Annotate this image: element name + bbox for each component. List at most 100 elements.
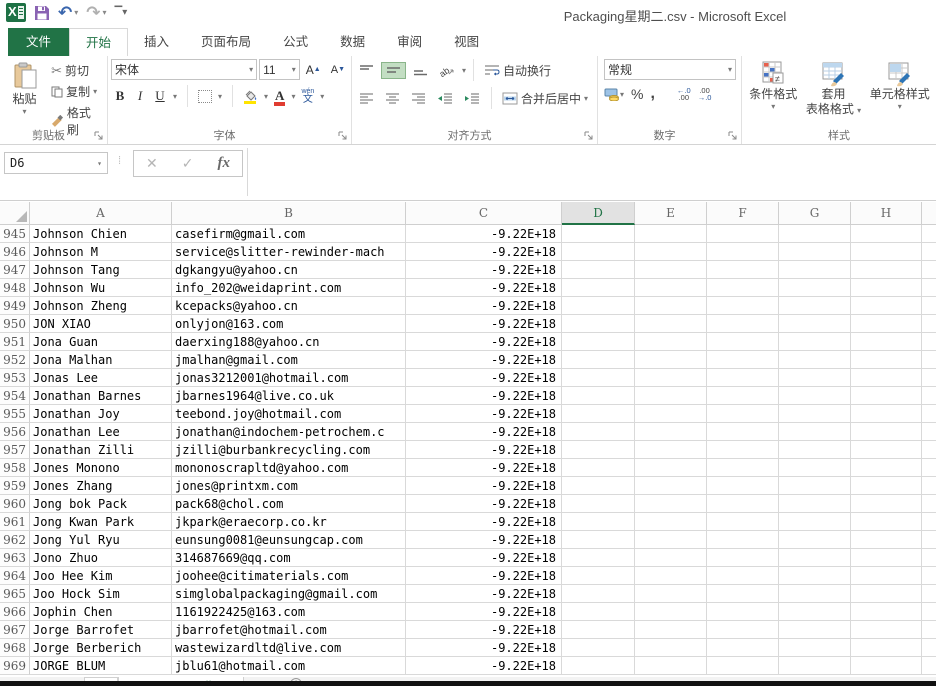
cell-A948[interactable]: Johnson Wu [30,279,172,297]
accounting-format-button[interactable]: ▾ [604,87,624,101]
cell-H951[interactable] [851,333,922,351]
cell-G960[interactable] [779,495,851,513]
cell-H946[interactable] [851,243,922,261]
row-header-962[interactable]: 962 [0,531,30,549]
row-header-966[interactable]: 966 [0,603,30,621]
cell-B965[interactable]: simglobalpackaging@gmail.com [172,585,406,603]
cell-B957[interactable]: jzilli@burbankrecycling.com [172,441,406,459]
cell-E957[interactable] [635,441,707,459]
cell-A950[interactable]: JON XIAO [30,315,172,333]
cell-G946[interactable] [779,243,851,261]
column-header-B[interactable]: B [172,202,406,225]
row-header-969[interactable]: 969 [0,657,30,675]
cell-H962[interactable] [851,531,922,549]
cell-G948[interactable] [779,279,851,297]
row-header-964[interactable]: 964 [0,567,30,585]
cell-B945[interactable]: casefirm@gmail.com [172,225,406,243]
cell-C951[interactable]: -9.22E+18 [406,333,562,351]
cell-F950[interactable] [707,315,779,333]
cell-B968[interactable]: wastewizardltd@live.com [172,639,406,657]
cell-B963[interactable]: 314687669@qq.com [172,549,406,567]
cell-D961[interactable] [562,513,635,531]
cell-C955[interactable]: -9.22E+18 [406,405,562,423]
cell-D956[interactable] [562,423,635,441]
cell-E960[interactable] [635,495,707,513]
cell-C952[interactable]: -9.22E+18 [406,351,562,369]
cell-G945[interactable] [779,225,851,243]
cell-H966[interactable] [851,603,922,621]
cell-D962[interactable] [562,531,635,549]
cell-C956[interactable]: -9.22E+18 [406,423,562,441]
row-header-952[interactable]: 952 [0,351,30,369]
cell-F946[interactable] [707,243,779,261]
cell-F965[interactable] [707,585,779,603]
cell-G954[interactable] [779,387,851,405]
cell-F962[interactable] [707,531,779,549]
cell-H965[interactable] [851,585,922,603]
cell-B960[interactable]: pack68@chol.com [172,495,406,513]
cell-A965[interactable]: Joo Hock Sim [30,585,172,603]
cell-F966[interactable] [707,603,779,621]
cell-C949[interactable]: -9.22E+18 [406,297,562,315]
cell-H956[interactable] [851,423,922,441]
row-header-946[interactable]: 946 [0,243,30,261]
align-left-button[interactable] [355,91,378,106]
cell-G957[interactable] [779,441,851,459]
cell-F959[interactable] [707,477,779,495]
cell-A954[interactable]: Jonathan Barnes [30,387,172,405]
cell-B964[interactable]: joohee@citimaterials.com [172,567,406,585]
cell-H947[interactable] [851,261,922,279]
cell-E953[interactable] [635,369,707,387]
row-header-963[interactable]: 963 [0,549,30,567]
cell-H961[interactable] [851,513,922,531]
cell-B959[interactable]: jones@printxm.com [172,477,406,495]
font-size-combo[interactable]: 11 ▾ [259,59,300,80]
cell-C959[interactable]: -9.22E+18 [406,477,562,495]
cell-D945[interactable] [562,225,635,243]
percent-style-button[interactable]: % [631,86,643,102]
row-header-951[interactable]: 951 [0,333,30,351]
accounting-dropdown-icon[interactable]: ▾ [620,90,624,99]
cell-B952[interactable]: jmalhan@gmail.com [172,351,406,369]
tab-file[interactable]: 文件 [8,28,69,56]
cell-G969[interactable] [779,657,851,675]
cell-D967[interactable] [562,621,635,639]
borders-button[interactable] [198,90,212,103]
cell-E958[interactable] [635,459,707,477]
cell-D964[interactable] [562,567,635,585]
cell-C968[interactable]: -9.22E+18 [406,639,562,657]
row-header-967[interactable]: 967 [0,621,30,639]
borders-dropdown-icon[interactable]: ▾ [218,92,222,101]
format-as-table-button[interactable]: 套用 表格格式 ▾ [806,59,861,128]
cell-C960[interactable]: -9.22E+18 [406,495,562,513]
cell-D960[interactable] [562,495,635,513]
cell-G955[interactable] [779,405,851,423]
cell-E948[interactable] [635,279,707,297]
cell-F963[interactable] [707,549,779,567]
name-box-dropdown-icon[interactable]: ▾ [97,159,102,168]
cell-A956[interactable]: Jonathan Lee [30,423,172,441]
decrease-decimal-button[interactable]: .00 →.0 [698,87,712,102]
cell-H959[interactable] [851,477,922,495]
cell-B955[interactable]: teebond.joy@hotmail.com [172,405,406,423]
cell-B967[interactable]: jbarrofet@hotmail.com [172,621,406,639]
cell-B958[interactable]: mononoscrapltd@yahoo.com [172,459,406,477]
underline-dropdown-icon[interactable]: ▾ [173,92,177,101]
font-name-combo[interactable]: 宋体 ▾ [111,59,257,80]
cell-E950[interactable] [635,315,707,333]
cell-D951[interactable] [562,333,635,351]
row-header-956[interactable]: 956 [0,423,30,441]
bold-button[interactable]: B [113,88,127,104]
cell-G962[interactable] [779,531,851,549]
cell-D966[interactable] [562,603,635,621]
cell-C966[interactable]: -9.22E+18 [406,603,562,621]
undo-icon[interactable]: ↶▾ [58,4,78,21]
cell-E952[interactable] [635,351,707,369]
cell-G952[interactable] [779,351,851,369]
cell-C964[interactable]: -9.22E+18 [406,567,562,585]
row-header-947[interactable]: 947 [0,261,30,279]
underline-button[interactable]: U [153,88,167,104]
cell-A969[interactable]: JORGE BLUM [30,657,172,675]
cell-A958[interactable]: Jones Monono [30,459,172,477]
row-header-968[interactable]: 968 [0,639,30,657]
